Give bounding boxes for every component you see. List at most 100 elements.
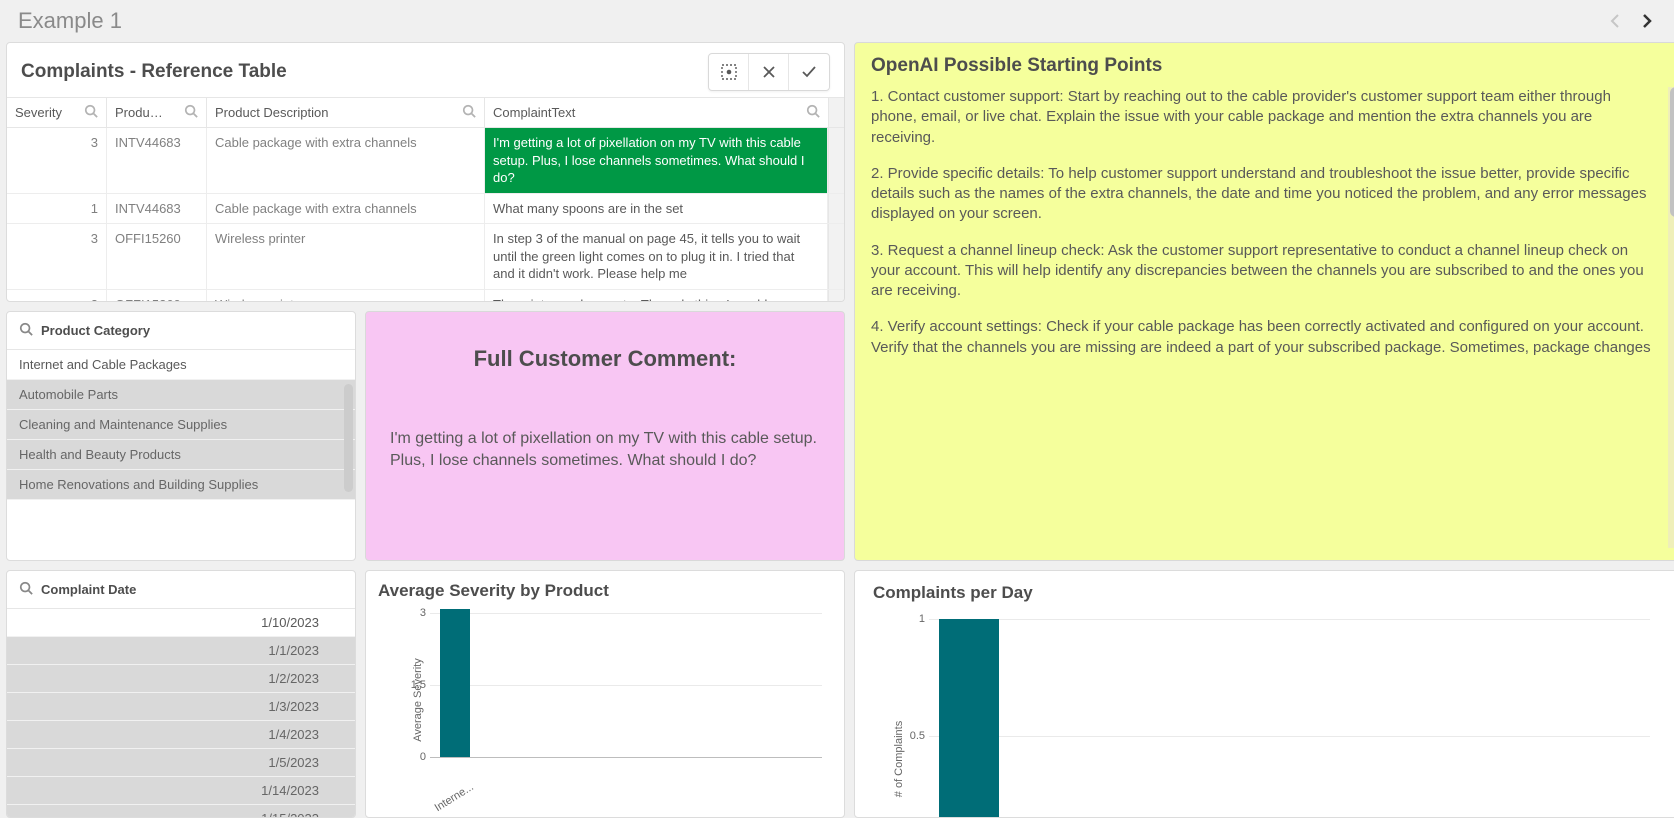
x-tick: Interne... — [433, 781, 476, 814]
cell-desc: Wireless printer — [207, 290, 485, 301]
category-title: Product Category — [41, 323, 150, 338]
scrollbar-thumb[interactable] — [344, 384, 353, 492]
list-item[interactable]: Cleaning and Maintenance Supplies — [7, 410, 355, 440]
col-text[interactable]: ComplaintText — [485, 98, 828, 127]
list-item[interactable]: 1/1/2023 — [7, 637, 355, 665]
search-icon[interactable] — [806, 104, 820, 121]
col-desc[interactable]: Product Description — [207, 98, 485, 127]
y-tick: 0 — [404, 751, 426, 763]
col-product-label: Produ… — [115, 105, 163, 120]
col-text-label: ComplaintText — [493, 105, 575, 120]
complaints-per-day-panel: Complaints per Day # of Complaints 1 0.5… — [854, 570, 1674, 818]
severity-chart-title: Average Severity by Product — [378, 581, 832, 601]
scrollbar-track[interactable] — [828, 194, 844, 224]
cell-product: OFFI15260 — [107, 290, 207, 301]
scrollbar-track[interactable] — [828, 224, 844, 289]
cell-desc: Cable package with extra channels — [207, 194, 485, 224]
list-item[interactable]: 1/3/2023 — [7, 693, 355, 721]
category-filter-panel: Product Category Internet and Cable Pack… — [6, 311, 356, 561]
cell-desc: Cable package with extra channels — [207, 128, 485, 193]
col-severity[interactable]: Severity — [7, 98, 107, 127]
prev-sheet-button[interactable] — [1606, 12, 1624, 30]
suggestions-panel: OpenAI Possible Starting Points 1. Conta… — [854, 42, 1674, 561]
comment-text: I'm getting a lot of pixellation on my T… — [390, 428, 820, 473]
col-product[interactable]: Produ… — [107, 98, 207, 127]
sheet-nav — [1606, 12, 1656, 30]
list-item[interactable]: 1/5/2023 — [7, 749, 355, 777]
col-severity-label: Severity — [15, 105, 62, 120]
suggestion-paragraph: 1. Contact customer support: Start by re… — [871, 87, 1660, 148]
col-desc-label: Product Description — [215, 105, 328, 120]
selection-toolbar — [708, 53, 830, 91]
complaints-tbody: 3INTV44683Cable package with extra chann… — [7, 128, 844, 301]
full-comment-panel: Full Customer Comment: I'm getting a lot… — [365, 311, 845, 561]
y-tick: 1.5 — [404, 679, 426, 691]
cell-severity: 2 — [7, 290, 107, 301]
confirm-selection-button[interactable] — [789, 54, 829, 90]
category-list: Internet and Cable PackagesAutomobile Pa… — [7, 350, 355, 560]
category-header[interactable]: Product Category — [7, 312, 355, 350]
search-icon[interactable] — [184, 104, 198, 121]
sheet-title: Example 1 — [18, 8, 122, 34]
list-item[interactable]: 1/10/2023 — [7, 609, 355, 637]
list-item[interactable]: Home Renovations and Building Supplies — [7, 470, 355, 500]
table-row[interactable]: 3OFFI15260Wireless printerIn step 3 of t… — [7, 224, 844, 290]
cancel-selection-button[interactable] — [749, 54, 789, 90]
cpd-chart[interactable]: # of Complaints 1 0.5 0 1/10/2023 Date — [873, 609, 1670, 818]
search-icon — [19, 581, 33, 598]
y-tick: 0.5 — [903, 730, 925, 742]
date-filter-panel: Complaint Date 1/10/20231/1/20231/2/2023… — [6, 570, 356, 818]
selection-tool-button[interactable] — [709, 54, 749, 90]
suggestion-paragraph: 4. Verify account settings: Check if you… — [871, 317, 1660, 358]
cpd-bar[interactable] — [939, 619, 999, 818]
list-item[interactable]: Health and Beauty Products — [7, 440, 355, 470]
cell-complaint-text: In step 3 of the manual on page 45, it t… — [485, 224, 828, 289]
table-header-row: Severity Produ… Product Description Comp… — [7, 97, 844, 128]
comment-title: Full Customer Comment: — [390, 346, 820, 372]
cpd-chart-title: Complaints per Day — [873, 583, 1670, 603]
cell-complaint-text: The printer works great... The only thin… — [485, 290, 828, 301]
cell-product: INTV44683 — [107, 128, 207, 193]
cell-severity: 3 — [7, 128, 107, 193]
complaints-table-panel: Complaints - Reference Table Severity Pr — [6, 42, 845, 302]
severity-chart[interactable]: Average Severity 3 1.5 0 Interne... — [378, 607, 832, 793]
list-item[interactable]: 1/15/2023 — [7, 805, 355, 817]
scrollbar-track[interactable] — [828, 290, 844, 301]
cell-desc: Wireless printer — [207, 224, 485, 289]
scrollbar-track[interactable] — [828, 98, 844, 127]
suggestion-paragraph: 3. Request a channel lineup check: Ask t… — [871, 241, 1660, 302]
table-row[interactable]: 1INTV44683Cable package with extra chann… — [7, 194, 844, 225]
suggestions-title: OpenAI Possible Starting Points — [871, 55, 1674, 77]
date-header[interactable]: Complaint Date — [7, 571, 355, 609]
y-tick: 3 — [404, 607, 426, 619]
search-icon[interactable] — [462, 104, 476, 121]
list-item[interactable]: 1/14/2023 — [7, 777, 355, 805]
next-sheet-button[interactable] — [1638, 12, 1656, 30]
list-item[interactable]: Internet and Cable Packages — [7, 350, 355, 380]
cell-product: OFFI15260 — [107, 224, 207, 289]
cell-complaint-text: What many spoons are in the set — [485, 194, 828, 224]
scrollbar-track[interactable] — [828, 128, 844, 193]
list-item[interactable]: 1/2/2023 — [7, 665, 355, 693]
severity-bar[interactable] — [440, 609, 470, 757]
table-row[interactable]: 3INTV44683Cable package with extra chann… — [7, 128, 844, 194]
cell-complaint-text: I'm getting a lot of pixellation on my T… — [485, 128, 828, 193]
cell-severity: 3 — [7, 224, 107, 289]
date-list: 1/10/20231/1/20231/2/20231/3/20231/4/202… — [7, 609, 355, 817]
complaints-title: Complaints - Reference Table — [21, 61, 287, 83]
date-title: Complaint Date — [41, 582, 136, 597]
list-item[interactable]: 1/4/2023 — [7, 721, 355, 749]
scrollbar-thumb[interactable] — [1670, 87, 1674, 217]
cell-severity: 1 — [7, 194, 107, 224]
sheet-header: Example 1 — [0, 0, 1674, 42]
severity-chart-panel: Average Severity by Product Average Seve… — [365, 570, 845, 818]
suggestions-body: 1. Contact customer support: Start by re… — [871, 87, 1674, 548]
cell-product: INTV44683 — [107, 194, 207, 224]
list-item[interactable]: Automobile Parts — [7, 380, 355, 410]
scrollbar-track[interactable] — [1668, 87, 1674, 548]
search-icon[interactable] — [84, 104, 98, 121]
table-row[interactable]: 2OFFI15260Wireless printerThe printer wo… — [7, 290, 844, 301]
y-tick: 1 — [903, 613, 925, 625]
severity-y-label: Average Severity — [412, 658, 424, 742]
suggestion-paragraph: 2. Provide specific details: To help cus… — [871, 164, 1660, 225]
